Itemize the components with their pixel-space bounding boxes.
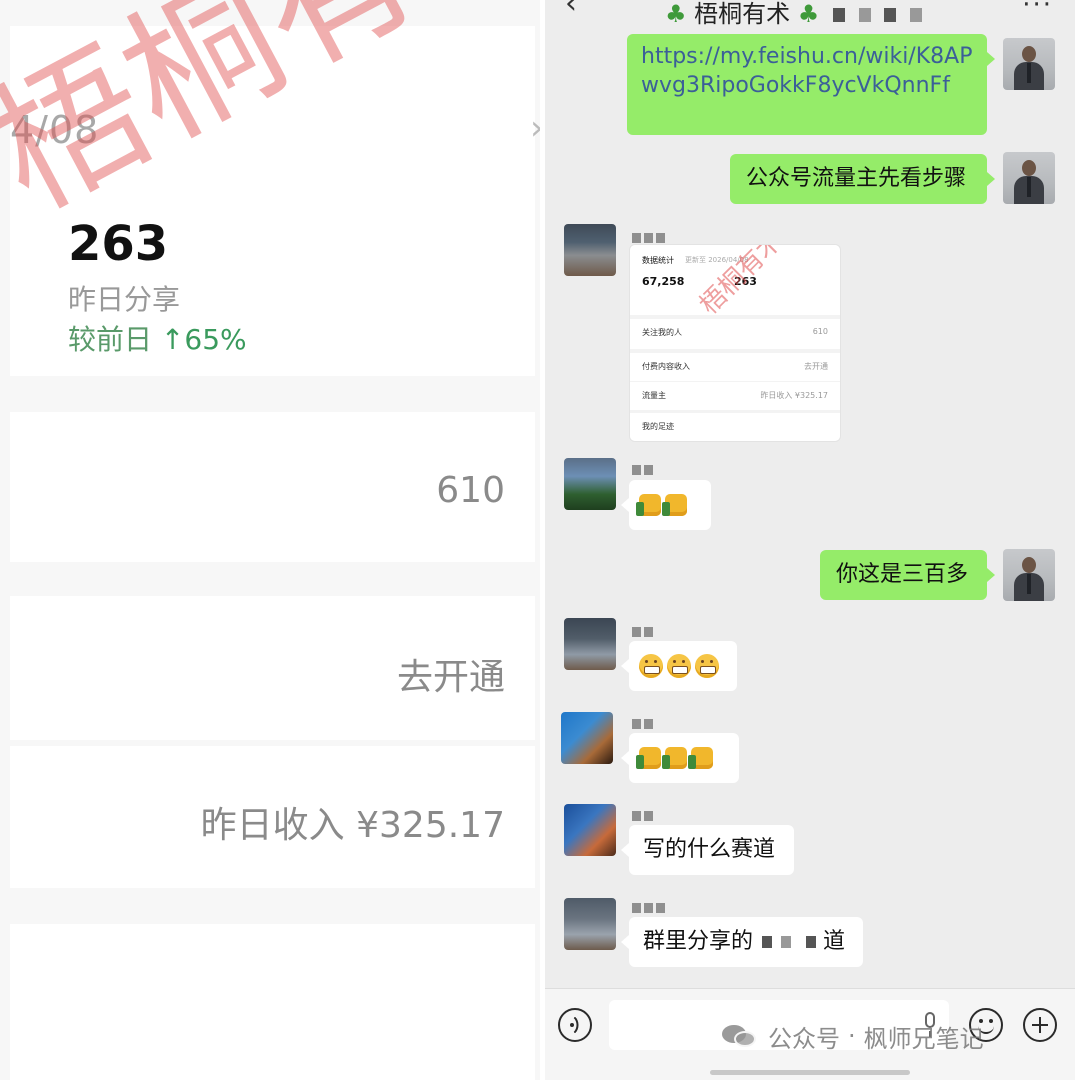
- followers-row[interactable]: 610: [10, 412, 535, 562]
- clover-icon: ♣: [665, 0, 687, 28]
- grin-icon: [639, 654, 663, 678]
- message-bubble[interactable]: [621, 480, 711, 530]
- home-indicator: [710, 1070, 910, 1075]
- ad-income-row[interactable]: 昨日收入 ¥325.17: [10, 746, 535, 888]
- footer-label: 公众号: [768, 1024, 840, 1053]
- sender-name: [629, 624, 653, 638]
- mini-row: 关注我的人 610: [630, 319, 840, 349]
- thumbs-up-icon: [636, 747, 661, 769]
- chat-topbar: ‹ ♣ 梧桐有术 ♣ ···: [545, 0, 1075, 30]
- pixelated-block: [781, 936, 792, 948]
- compare-value: ↑65%: [160, 323, 247, 356]
- thumbs-up-icon: [688, 747, 713, 769]
- avatar[interactable]: [564, 618, 616, 670]
- footer-name: 枫师兄笔记: [863, 1024, 984, 1053]
- paid-content-row[interactable]: 去开通: [10, 596, 535, 740]
- avatar[interactable]: [1003, 549, 1055, 601]
- avatar[interactable]: [1003, 152, 1055, 204]
- stats-panel: 4/08 › 263 昨日分享 较前日 ↑65% 610 去开通 昨日收入 ¥3…: [0, 0, 540, 1080]
- avatar[interactable]: [561, 712, 613, 764]
- message-bubble[interactable]: 群里分享的 道: [621, 917, 863, 967]
- paid-content-value: 去开通: [396, 657, 505, 698]
- footer-watermark: 公众号 · 枫师兄笔记: [722, 1016, 984, 1056]
- shares-label: 昨日分享: [68, 283, 181, 316]
- sender-name: [629, 808, 653, 822]
- avatar[interactable]: [564, 224, 616, 276]
- emoji-row: [636, 480, 701, 530]
- emoji-row: [636, 733, 729, 783]
- mini-row: 付费内容收入 去开通: [630, 353, 840, 381]
- back-icon[interactable]: ‹: [565, 0, 577, 21]
- message-bubble[interactable]: https://my.feishu.cn/wiki/K8APwvg3RipoGo…: [627, 34, 995, 135]
- grin-icon: [667, 654, 691, 678]
- thumbs-up-icon: [662, 494, 687, 516]
- screenshot-composite: 4/08 › 263 昨日分享 较前日 ↑65% 610 去开通 昨日收入 ¥3…: [0, 0, 1080, 1080]
- sender-name: [629, 716, 653, 730]
- followers-value: 610: [436, 470, 505, 511]
- sender-name: [629, 230, 665, 244]
- pixelated-block: [762, 936, 773, 948]
- pixelated-block: [909, 8, 922, 22]
- more-icon[interactable]: ···: [1022, 0, 1053, 20]
- sender-name: [629, 900, 665, 914]
- footer-dot: ·: [848, 1022, 856, 1050]
- message-bubble[interactable]: 公众号流量主先看步骤: [730, 154, 995, 204]
- avatar[interactable]: [1003, 38, 1055, 90]
- message-text: 写的什么赛道: [643, 837, 776, 862]
- pixelated-block: [806, 936, 817, 948]
- ad-income-value: 昨日收入 ¥325.17: [200, 805, 505, 846]
- grin-icon: [695, 654, 719, 678]
- message-bubble[interactable]: [621, 641, 737, 691]
- footprint-row[interactable]: [10, 924, 535, 1080]
- message-text: 群里分享的: [643, 929, 754, 954]
- thumbs-up-icon: [636, 494, 661, 516]
- shares-value: 263: [68, 216, 169, 272]
- shares-compare: 较前日 ↑65%: [68, 318, 247, 358]
- mini-num-reads: 67,258: [642, 275, 685, 288]
- chat-panel: ‹ ♣ 梧桐有术 ♣ ··· https://my.feishu.cn/wiki…: [545, 0, 1075, 1080]
- chevron-right-icon[interactable]: ›: [530, 108, 540, 148]
- pixelated-block: [858, 8, 871, 22]
- message-bubble[interactable]: 你这是三百多: [820, 550, 995, 600]
- message-text: 道: [823, 929, 846, 954]
- mini-row: 流量主 昨日收入 ¥325.17: [630, 382, 840, 410]
- message-text: 你这是三百多: [836, 562, 969, 587]
- pixelated-block: [884, 8, 897, 22]
- clover-icon: ♣: [797, 0, 820, 28]
- plus-icon[interactable]: [1023, 1008, 1057, 1042]
- avatar[interactable]: [564, 804, 616, 856]
- thumbs-up-icon: [662, 747, 687, 769]
- message-image[interactable]: 数据统计 更新至 2026/04/08 67,258 263 关注我的人 610…: [629, 244, 841, 442]
- pixelated-block: [832, 8, 845, 22]
- compare-prefix: 较前日: [68, 323, 153, 356]
- avatar[interactable]: [564, 898, 616, 950]
- sender-name: [629, 462, 653, 476]
- voice-icon[interactable]: [558, 1008, 592, 1042]
- chat-title: ♣ 梧桐有术 ♣: [665, 0, 922, 29]
- message-text: 公众号流量主先看步骤: [746, 166, 967, 191]
- mini-stats-title: 数据统计: [642, 256, 674, 265]
- mini-row: 我的足迹: [630, 413, 840, 441]
- avatar[interactable]: [564, 458, 616, 510]
- wechat-icon: [722, 1021, 760, 1051]
- emoji-row: [639, 641, 727, 691]
- message-bubble[interactable]: [621, 733, 739, 783]
- message-bubble[interactable]: 写的什么赛道: [621, 825, 794, 875]
- message-link[interactable]: https://my.feishu.cn/wiki/K8APwvg3RipoGo…: [641, 42, 973, 100]
